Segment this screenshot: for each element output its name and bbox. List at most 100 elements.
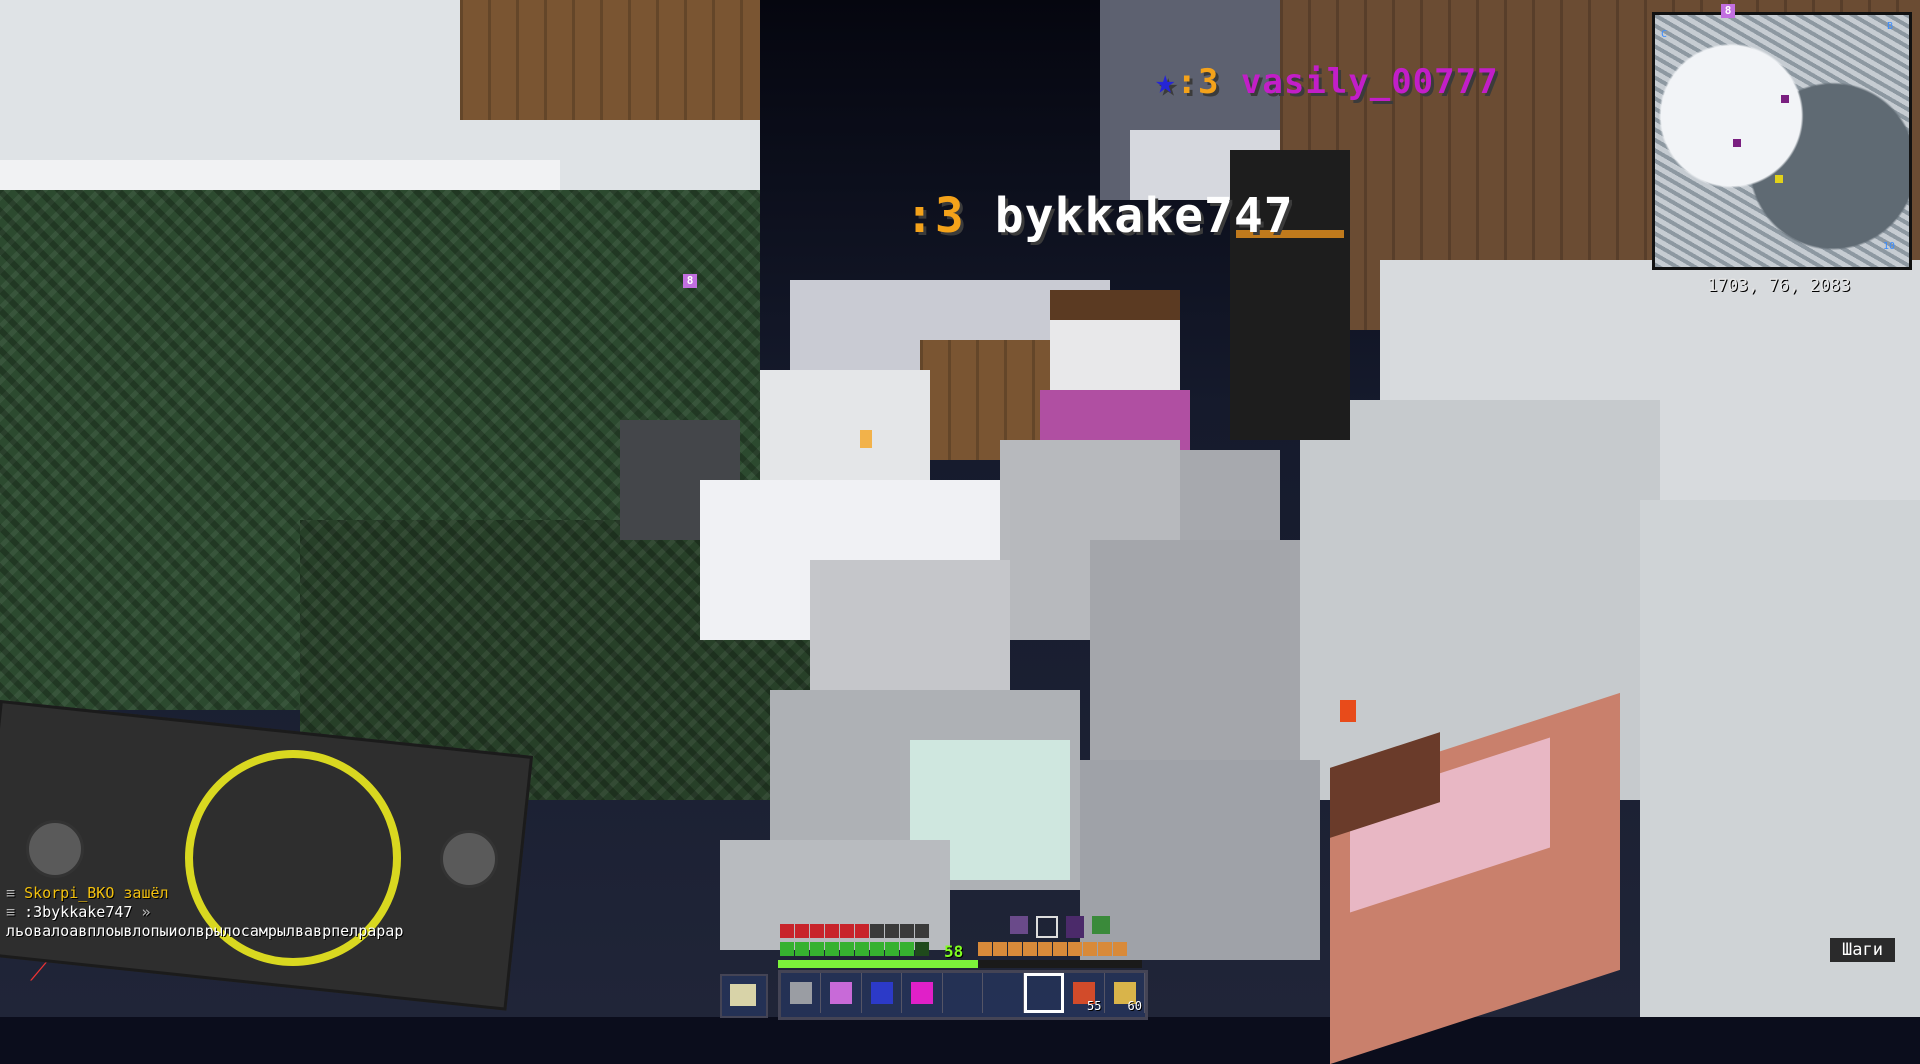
no-chat-icon: ⟋ <box>30 958 47 986</box>
offhand-slot[interactable] <box>720 974 768 1018</box>
minimap-marker-label: 10 <box>1883 241 1896 252</box>
health-heart-icon <box>795 942 809 956</box>
health-heart-icon <box>870 942 884 956</box>
door-icon <box>1066 916 1084 938</box>
chat-line: льовалоавплоывлопыиолврылосамрылвавpпелр… <box>6 922 403 940</box>
hunger-icon <box>1098 942 1112 956</box>
hotbar-slot-7[interactable] <box>1023 973 1065 1013</box>
hunger-icon <box>993 942 1007 956</box>
join-icon: ≡ <box>6 884 16 902</box>
smoke-particle <box>1090 540 1300 760</box>
armor-heart-icon <box>855 924 869 938</box>
potion-icon <box>1092 916 1110 934</box>
health-heart-icon <box>780 942 794 956</box>
hunger-icon <box>1008 942 1022 956</box>
nametag-star: ★ <box>1155 62 1177 102</box>
hotbar-slot-9[interactable]: 60 <box>1105 973 1145 1013</box>
shield-icon <box>730 984 756 1006</box>
hotbar-slot-6[interactable] <box>983 973 1024 1013</box>
potion-icon <box>870 982 893 1004</box>
armor-heart-icon <box>885 924 899 938</box>
nametag-vasily: ★:3 vasily_00777 <box>1155 62 1499 102</box>
world-badge-icon: 8 <box>683 274 697 288</box>
chat-line: ≡ Skorpi_BKO зашёл <box>6 884 169 902</box>
nametag-username: bykkake747 <box>994 188 1294 244</box>
hotbar-slot-4[interactable] <box>902 973 943 1013</box>
xp-bar <box>778 960 1142 968</box>
chat-icon: ≡ <box>6 903 16 921</box>
smoke-particle <box>1080 760 1320 960</box>
minimap-player-marker <box>1781 95 1789 103</box>
hunger-bar <box>978 942 1128 956</box>
empty-slot <box>952 982 974 1004</box>
slot-count: 55 <box>1087 999 1102 1013</box>
armor-heart-icon <box>840 924 854 938</box>
status-effects <box>1010 916 1110 938</box>
armor-heart-icon <box>870 924 884 938</box>
armor-heart-icon <box>825 924 839 938</box>
hotbar-slot-3[interactable] <box>862 973 903 1013</box>
button-icon <box>440 830 498 888</box>
chat-message: » <box>141 903 151 921</box>
minimap-coordinates: 1703, 76, 2083 <box>1707 276 1851 296</box>
xp-level: 58 <box>944 942 964 961</box>
empty-slot <box>992 982 1014 1004</box>
hunger-icon <box>1083 942 1097 956</box>
armor-heart-icon <box>900 924 914 938</box>
health-heart-icon <box>825 942 839 956</box>
chat-username: :3bykkake747 <box>24 903 133 921</box>
hunger-icon <box>1068 942 1082 956</box>
chat-username: Skorpi_BKO <box>24 884 115 902</box>
health-heart-icon <box>840 942 854 956</box>
armor-heart-icon <box>795 924 809 938</box>
building-wood-wall <box>460 0 760 120</box>
book-icon <box>1010 916 1028 934</box>
health-heart-icon <box>900 942 914 956</box>
hotbar-slot-8[interactable]: 55 <box>1064 973 1105 1013</box>
chat-message: зашёл <box>123 884 169 902</box>
minimap: C B 10 <box>1652 12 1912 270</box>
minimap-player-marker <box>1733 139 1741 147</box>
xp-fill <box>778 960 979 968</box>
subtitle-footsteps: Шаги <box>1830 938 1895 962</box>
hunger-icon <box>978 942 992 956</box>
health-heart-icon <box>855 942 869 956</box>
armor-heart-icon <box>915 924 929 938</box>
sword-icon <box>790 982 812 1004</box>
health-heart-icon <box>885 942 899 956</box>
hotbar[interactable]: 55 60 <box>778 970 1148 1020</box>
chat-message: льовалоавплоывлопыиолврылосамрылвавpпелр… <box>6 922 404 940</box>
armor-heart-icon <box>810 924 824 938</box>
hotbar-slot-1[interactable] <box>781 973 822 1013</box>
health-bar <box>780 942 930 956</box>
minimap-marker-label: B <box>1887 21 1894 32</box>
button-icon <box>26 820 84 878</box>
slot-count: 60 <box>1127 999 1142 1013</box>
nametag-prefix: :3 <box>1176 62 1220 102</box>
hotbar-slot-2[interactable] <box>821 973 862 1013</box>
armor-bar <box>780 924 930 938</box>
empty-slot <box>1033 982 1055 1004</box>
minimap-marker-label: C <box>1661 29 1668 40</box>
shield-icon <box>1036 916 1058 938</box>
player-bykkake-hair <box>1050 290 1180 320</box>
hunger-icon <box>1023 942 1037 956</box>
hunger-icon <box>1113 942 1127 956</box>
nametag-username: vasily_00777 <box>1240 62 1499 102</box>
smoke-particle <box>810 560 1010 700</box>
nametag-prefix: :3 <box>905 188 965 244</box>
health-heart-icon <box>810 942 824 956</box>
fire-spark <box>1340 700 1356 722</box>
minimap-badge-icon: 8 <box>1721 4 1735 18</box>
health-heart-icon <box>915 942 929 956</box>
crossbow-icon <box>830 982 853 1004</box>
armor-heart-icon <box>780 924 794 938</box>
minimap-player-marker <box>1775 175 1783 183</box>
smoke-particle <box>1180 450 1280 540</box>
hunger-icon <box>1053 942 1067 956</box>
nametag-bykkake: :3 bykkake747 <box>905 188 1294 244</box>
lantern <box>860 430 872 448</box>
chat-line: ≡ :3bykkake747 » <box>6 903 151 921</box>
hotbar-slot-5[interactable] <box>943 973 984 1013</box>
hunger-icon <box>1038 942 1052 956</box>
